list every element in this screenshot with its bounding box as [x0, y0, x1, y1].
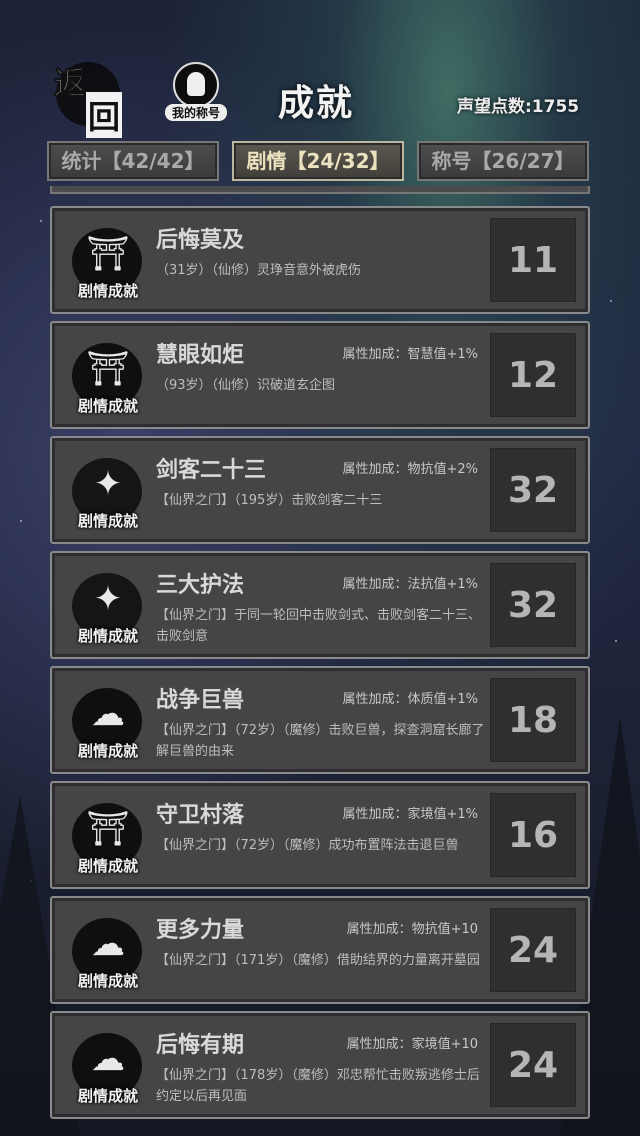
- icon-label: 剧情成就: [77, 397, 138, 415]
- achievement-description: 【仙界之门】于同一轮回中击败剑式、击败剑客二十三、击败剑意: [156, 608, 482, 644]
- achievement-description: 【仙界之门】（178岁）（魔修）邓忠帮忙击败叛逃修士后约定以后再见面: [156, 1068, 480, 1104]
- attribute-bonus: 属性加成：物抗值+10: [346, 922, 478, 937]
- tab-statistics[interactable]: 统计【42/42】: [47, 141, 219, 181]
- achievement-score: 11: [490, 218, 576, 302]
- achievement-score: 32: [490, 448, 576, 532]
- cloud-emblem-icon: ☁ 剧情成就: [68, 910, 148, 992]
- achievement-description: （93岁）（仙修）识破道玄企图: [156, 378, 336, 393]
- back-button[interactable]: 返 回: [48, 56, 124, 138]
- achievement-card[interactable]: ⛩ 剧情成就 后悔莫及 （31岁）（仙修）灵琤音意外被虎伤 11: [50, 206, 590, 314]
- achievement-card[interactable]: ☁ 剧情成就 战争巨兽 属性加成：体质值+1% 【仙界之门】（72岁）（魔修）击…: [50, 666, 590, 774]
- achievement-card[interactable]: ⛩ 剧情成就 慧眼如炬 属性加成：智慧值+1% （93岁）（仙修）识破道玄企图 …: [50, 321, 590, 429]
- person-icon: [187, 72, 205, 96]
- attribute-bonus: 属性加成：家境值+10: [346, 1037, 478, 1052]
- my-title-button[interactable]: 我的称号: [165, 62, 227, 124]
- cloud-emblem-icon: ☁ 剧情成就: [68, 1025, 148, 1107]
- achievement-title: 后悔莫及: [156, 228, 245, 253]
- cloud-emblem-icon: ☁ 剧情成就: [68, 680, 148, 762]
- back-label-char-1: 返: [53, 64, 87, 103]
- achievement-score: 12: [490, 333, 576, 417]
- winged-emblem-icon: ✦ 剧情成就: [68, 450, 148, 532]
- achievement-description: 【仙界之门】（72岁）（魔修）成功布置阵法击退巨兽: [156, 838, 459, 853]
- reputation-points: 声望点数:1755: [457, 97, 580, 117]
- achievement-score: 16: [490, 793, 576, 877]
- achievement-description: （31岁）（仙修）灵琤音意外被虎伤: [156, 263, 362, 278]
- winged-emblem-icon: ✦ 剧情成就: [68, 565, 148, 647]
- icon-label: 剧情成就: [77, 972, 138, 990]
- achievement-score: 32: [490, 563, 576, 647]
- attribute-bonus: 属性加成：法抗值+1%: [342, 577, 478, 592]
- achievement-title: 三大护法: [156, 573, 245, 598]
- achievement-score: 18: [490, 678, 576, 762]
- achievement-title: 后悔有期: [156, 1033, 245, 1058]
- achievement-description: 【仙界之门】（171岁）（魔修）借助结界的力量离开墓园: [156, 953, 480, 968]
- tab-story[interactable]: 剧情【24/32】: [232, 141, 404, 181]
- page-title: 成就: [278, 83, 355, 124]
- achievement-card[interactable]: ⛩ 剧情成就 守卫村落 属性加成：家境值+1% 【仙界之门】（72岁）（魔修）成…: [50, 781, 590, 889]
- icon-label: 剧情成就: [77, 742, 138, 760]
- back-label-char-2: 回: [86, 92, 123, 138]
- attribute-bonus: 属性加成：体质值+1%: [342, 692, 478, 707]
- achievement-description: 【仙界之门】（195岁）击败剑客二十三: [156, 493, 383, 508]
- tab-titles[interactable]: 称号【26/27】: [417, 141, 589, 181]
- achievement-title: 战争巨兽: [156, 688, 245, 713]
- achievement-description: 【仙界之门】（72岁）（魔修）击败巨兽，探查洞窟长廊了解巨兽的由来: [156, 723, 485, 759]
- icon-label: 剧情成就: [77, 627, 138, 645]
- icon-label: 剧情成就: [77, 512, 138, 530]
- attribute-bonus: 属性加成：智慧值+1%: [342, 347, 478, 362]
- achievement-card[interactable]: ☁ 剧情成就 更多力量 属性加成：物抗值+10 【仙界之门】（171岁）（魔修）…: [50, 896, 590, 1004]
- achievement-title: 更多力量: [156, 918, 245, 943]
- achievement-list[interactable]: ⛩ 剧情成就 后悔莫及 （31岁）（仙修）灵琤音意外被虎伤 11 ⛩ 剧情成就 …: [50, 186, 590, 1136]
- icon-label: 剧情成就: [77, 857, 138, 875]
- attribute-bonus: 属性加成：物抗值+2%: [342, 462, 478, 477]
- attribute-bonus: 属性加成：家境值+1%: [342, 807, 478, 822]
- icon-label: 剧情成就: [77, 1087, 138, 1105]
- achievement-title: 慧眼如炬: [156, 343, 245, 368]
- gate-emblem-icon: ⛩ 剧情成就: [68, 220, 148, 302]
- achievement-title: 守卫村落: [156, 803, 245, 828]
- icon-label: 剧情成就: [77, 282, 138, 300]
- previous-card-edge: [50, 186, 590, 194]
- achievement-card[interactable]: ☁ 剧情成就 后悔有期 属性加成：家境值+10 【仙界之门】（178岁）（魔修）…: [50, 1011, 590, 1119]
- gate-emblem-icon: ⛩ 剧情成就: [68, 795, 148, 877]
- achievement-card[interactable]: ✦ 剧情成就 三大护法 属性加成：法抗值+1% 【仙界之门】于同一轮回中击败剑式…: [50, 551, 590, 659]
- achievement-title: 剑客二十三: [156, 458, 267, 483]
- gate-emblem-icon: ⛩ 剧情成就: [68, 335, 148, 417]
- my-title-label: 我的称号: [165, 104, 227, 121]
- achievement-card[interactable]: ✦ 剧情成就 剑客二十三 属性加成：物抗值+2% 【仙界之门】（195岁）击败剑…: [50, 436, 590, 544]
- achievement-score: 24: [490, 908, 576, 992]
- achievement-score: 24: [490, 1023, 576, 1107]
